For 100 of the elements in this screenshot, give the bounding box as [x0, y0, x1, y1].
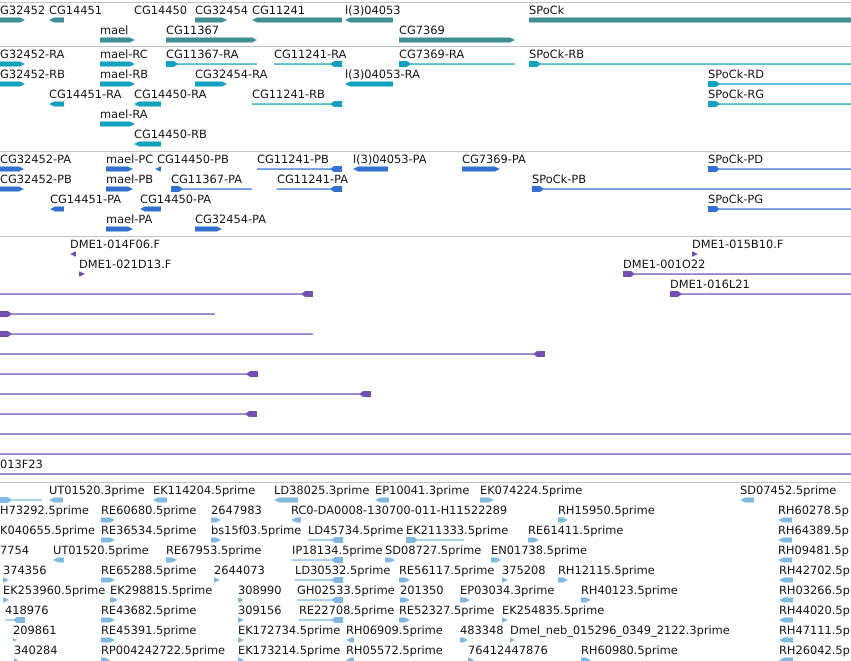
feature-label: Dmel_neb_015296_0349_2122.3prime [510, 624, 730, 637]
feature-label: 7754 [0, 544, 29, 557]
feature-label: CG14450-RB [134, 128, 207, 141]
feature-label: LD30532.5prime [295, 564, 390, 577]
feature-label: LD38025.3prime [274, 484, 370, 497]
feature-label: EK298815.5prime [110, 584, 212, 597]
feature-label: CG11241 [252, 4, 306, 17]
feature-label: EK074224.5prime [480, 484, 582, 497]
feature-label: RH26042.5p [779, 644, 850, 657]
feature-label: RE61411.5prime [528, 524, 624, 537]
feature-label: RE43682.5prime [101, 604, 196, 617]
feature-label: CG11241-RA [274, 48, 346, 61]
feature-label: RE52327.5prime [399, 604, 494, 617]
feature-label: EP03034.3prime [460, 584, 554, 597]
feature-label: DME1-021D13.F [79, 258, 172, 271]
feature-label: CG32452-PB [0, 173, 72, 186]
feature-label: SPoCk-PG [708, 193, 764, 206]
feature-label: G32452 [0, 4, 46, 17]
feature-label: mael-RC [100, 48, 148, 61]
feature-label: 2644073 [214, 564, 265, 577]
feature-label: CG7369-PA [462, 153, 526, 166]
feature-label: 375208 [502, 564, 546, 577]
feature-label: SPoCk-PB [532, 173, 586, 186]
feature-label: SPoCk-RD [708, 68, 764, 81]
feature-label: RE36534.5prime [101, 524, 196, 537]
feature-label: DME1-001O22 [623, 258, 706, 271]
feature-label: IP18134.5prime [292, 544, 383, 557]
feature-label: UT01520.5prime [53, 544, 149, 557]
feature-label: UT01520.3prime [49, 484, 145, 497]
feature-label: mael-RA [100, 108, 148, 121]
feature-label: RH06909.5prime [346, 624, 443, 637]
feature-label: EK211333.5prime [406, 524, 508, 537]
feature-label: CG11241-RB [252, 88, 325, 101]
feature-label: mael-PC [106, 153, 154, 166]
feature-label: RE45391.5prime [101, 624, 196, 637]
feature-label: 2647983 [211, 504, 262, 517]
feature-label: 209861 [13, 624, 56, 637]
feature-label: bs15f03.5prime [211, 524, 302, 537]
feature-label: 483348 [460, 624, 504, 637]
feature-label: 374356 [3, 564, 46, 577]
feature-label: RE22708.5prime [299, 604, 394, 617]
feature-label: GH02533.5prime [297, 584, 395, 597]
feature-label: mael-PB [106, 173, 154, 186]
feature-label: 76412447876 [468, 644, 548, 657]
feature-label: CG14451 [49, 4, 102, 17]
feature-label: RH64389.5p [778, 524, 849, 537]
feature-label: G32452-RA [0, 48, 64, 61]
feature-label: DME1-014F06.F [70, 238, 160, 251]
feature-label: CG11367-PA [171, 173, 242, 186]
feature-label: EN01738.5prime [491, 544, 588, 557]
feature-label: CG7369 [399, 24, 445, 37]
feature-label: G32452-RB [0, 68, 65, 81]
feature-label: RH12115.5prime [558, 564, 655, 577]
feature-label: CG14451-RA [49, 88, 122, 101]
feature-label: K040655.5prime [0, 524, 96, 537]
feature-label: CG7369-RA [399, 48, 464, 61]
feature-label: CG14450-PA [140, 193, 212, 206]
feature-label: CG32454-PA [195, 213, 266, 226]
feature-label: RE56117.5prime [399, 564, 494, 577]
feature-label: mael-RB [100, 68, 148, 81]
feature-label: SD08727.5prime [385, 544, 482, 557]
feature-label: CG11241-PB [257, 153, 329, 166]
feature-label: RE60680.5prime [101, 504, 196, 517]
feature-label: DME1-015B10.F [692, 238, 784, 251]
feature-label: mael-PA [106, 213, 152, 226]
feature-label: mael [100, 24, 128, 37]
feature-label: RH47111.5p [779, 624, 850, 637]
feature-label: DME1-016L21 [670, 278, 750, 291]
feature-label: RH40123.5prime [581, 584, 678, 597]
feature-label: RH05572.5prime [346, 644, 443, 657]
feature-label: CG14451-PA [50, 193, 122, 206]
feature-label: RH60980.5prime [581, 644, 678, 657]
feature-label: CG14450 [134, 4, 188, 17]
feature-label: RP004242722.5prime [101, 644, 226, 657]
feature-label: CG32454-RA [195, 68, 268, 81]
feature-label: CG11367-RA [166, 48, 238, 61]
feature-label: RH03266.5p [779, 584, 850, 597]
feature-label: EP10041.3prime [375, 484, 470, 497]
feature-label: SD07452.5prime [740, 484, 836, 497]
feature-label: l(3)04053-RA [345, 68, 420, 81]
feature-label: 013F23 [0, 458, 43, 471]
feature-label: LD45734.5prime [308, 524, 404, 537]
feature-label: RH44020.5p [779, 604, 850, 617]
feature-label: CG14450-PB [157, 153, 229, 166]
feature-label: SPoCk [529, 4, 564, 17]
feature-label: EK254835.5prime [502, 604, 604, 617]
feature-label: SPoCk-RG [708, 88, 764, 101]
feature-label: EK114204.5prime [153, 484, 256, 497]
feature-label: CG32454 [195, 4, 248, 17]
feature-label: RE65288.5prime [101, 564, 196, 577]
feature-label: RC0-DA0008-130700-011-H11522289 [291, 504, 508, 517]
feature-label: CG11367 [166, 24, 220, 37]
feature-label: l(3)04053-PA [353, 153, 427, 166]
feature-label: RH15950.5prime [558, 504, 655, 517]
feature-label: EK173214.5prime [238, 644, 340, 657]
feature-label: SPoCk-PD [708, 153, 763, 166]
feature-label: RH09481.5p [778, 544, 849, 557]
feature-label: 418976 [5, 604, 48, 617]
feature-label: 308990 [238, 584, 282, 597]
feature-label: CG11241-PA [277, 173, 348, 186]
